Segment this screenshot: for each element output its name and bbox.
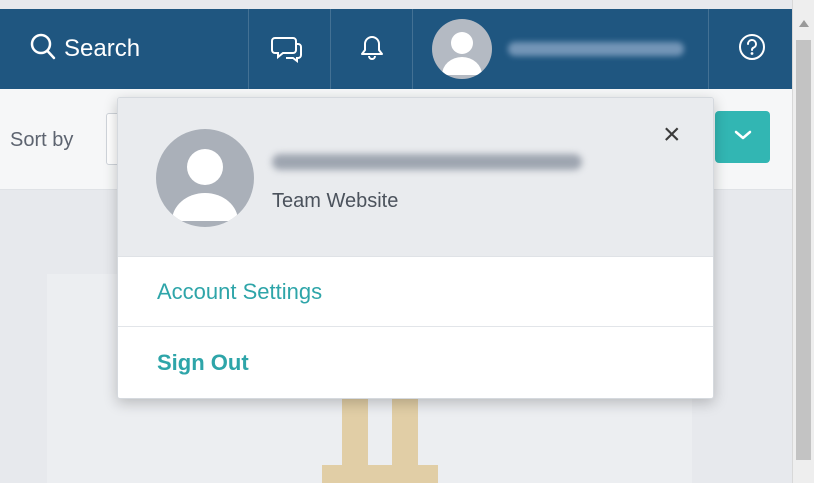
chat-button[interactable] — [268, 31, 306, 69]
help-button[interactable] — [734, 31, 770, 67]
sort-label: Sort by — [10, 129, 74, 151]
user-dropdown-menu: Team Website × Account Settings Sign Out — [117, 97, 714, 399]
divider — [708, 9, 709, 89]
close-icon[interactable]: × — [663, 120, 681, 150]
bell-icon — [360, 34, 384, 67]
expand-button[interactable] — [715, 111, 770, 163]
search-icon — [30, 33, 56, 66]
vertical-scrollbar[interactable] — [792, 0, 814, 483]
top-nav-bar: Search — [0, 9, 792, 89]
menu-item-label: Sign Out — [157, 350, 249, 375]
user-profile-header: Team Website × — [118, 98, 713, 257]
scroll-up-arrow[interactable] — [799, 20, 809, 27]
notifications-button[interactable] — [355, 31, 389, 69]
menu-item-label: Account Settings — [157, 278, 323, 304]
scroll-thumb[interactable] — [796, 40, 811, 460]
divider — [330, 9, 331, 89]
divider — [248, 9, 249, 89]
account-settings-link[interactable]: Account Settings — [118, 257, 713, 327]
divider — [412, 9, 413, 89]
user-name-blurred — [508, 42, 684, 56]
profile-name-blurred — [272, 154, 582, 170]
avatar — [156, 129, 254, 227]
chevron-down-icon — [733, 128, 753, 146]
search-label: Search — [64, 35, 141, 62]
chat-icon — [271, 33, 303, 68]
user-menu-button[interactable] — [432, 9, 684, 89]
help-icon — [738, 33, 766, 66]
sign-out-link[interactable]: Sign Out — [118, 328, 713, 398]
search-button[interactable]: Search — [30, 9, 140, 89]
team-name: Team Website — [272, 190, 399, 212]
avatar — [432, 19, 492, 79]
